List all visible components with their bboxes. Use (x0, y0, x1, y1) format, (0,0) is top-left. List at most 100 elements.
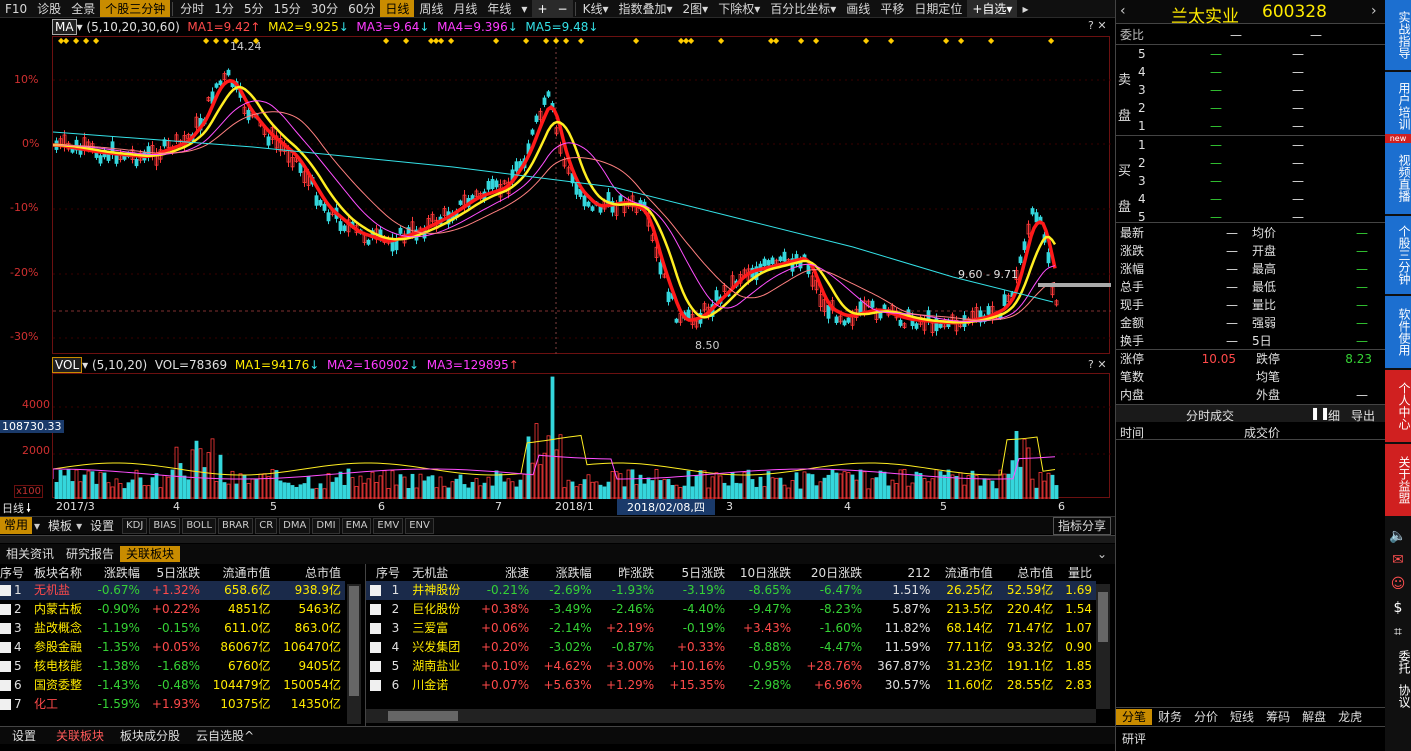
tab-chips[interactable]: 筹码 (1260, 709, 1296, 725)
sidebar-user-training[interactable]: 用户培训 (1385, 72, 1411, 140)
indicator-kdj[interactable]: KDJ (122, 517, 148, 534)
tab-finance[interactable]: 财务 (1152, 709, 1188, 725)
toolbar-1min[interactable]: 1分 (209, 0, 239, 17)
toolbar-percent-axis[interactable]: 百分比坐标▾ (765, 0, 841, 17)
checkbox[interactable] (370, 642, 381, 653)
bottom-cloud-watchlist[interactable]: 云自选股^ (188, 728, 262, 744)
indicator-dmi[interactable]: DMI (312, 517, 340, 534)
toolbar-watchlist[interactable]: +自选▾ (967, 0, 1018, 17)
toolbar-date-locate[interactable]: 日期定位 (909, 0, 967, 17)
checkbox[interactable] (0, 661, 11, 672)
tab-analysis[interactable]: 解盘 (1296, 709, 1332, 725)
checkbox[interactable] (0, 623, 11, 634)
col-5d[interactable]: 5日涨跌 (658, 564, 729, 581)
indicator-share-button[interactable]: 指标分享 (1052, 516, 1111, 535)
ma-selector[interactable]: MA (52, 19, 77, 35)
table-row[interactable]: 3 盐改概念 -1.19% -0.15% 611.0亿 863.0亿 (0, 619, 345, 638)
toolbar-exright[interactable]: 下除权▾ (713, 0, 765, 17)
col-total-cap[interactable]: 总市值 (275, 564, 345, 581)
col-index[interactable]: 序号 (366, 564, 408, 581)
table-row[interactable]: 6 国资委整 -1.43% -0.48% 104479亿 150054亿 (0, 676, 345, 695)
col-volume-ratio[interactable]: 量比 (1057, 564, 1096, 581)
sidebar-about[interactable]: 关于益盟 (1385, 444, 1411, 516)
tab-ticks[interactable]: 分笔 (1116, 708, 1153, 725)
col-change[interactable]: 涨跌幅 (533, 564, 596, 581)
indicator-ema[interactable]: EMA (341, 517, 372, 534)
volume-chart-pane[interactable] (52, 373, 1111, 500)
collapse-icon[interactable]: ⌄ (1097, 547, 1115, 561)
chevron-down-icon[interactable]: ▾ (516, 0, 532, 17)
toolbar-weekly[interactable]: 周线 (414, 0, 448, 17)
help-icon[interactable]: ? (1088, 358, 1094, 371)
toolbar-index-overlay[interactable]: 指数叠加▾ (613, 0, 677, 17)
col-212[interactable]: 212 (866, 564, 934, 581)
bottom-settings[interactable]: 设置 (0, 728, 48, 744)
checkbox[interactable] (0, 699, 11, 710)
chevron-right-icon[interactable]: › (1371, 3, 1377, 19)
col-index[interactable]: 序号 (0, 564, 30, 581)
checkbox[interactable] (0, 642, 11, 653)
checkbox[interactable] (370, 661, 381, 672)
checkbox[interactable] (370, 680, 381, 691)
chevron-right-icon[interactable]: ▸ (1017, 0, 1033, 17)
sidebar-practical-guide[interactable]: 实战指导 (1385, 0, 1411, 70)
help-icon[interactable]: ? (1088, 19, 1094, 32)
toolbar-three-minute[interactable]: 个股三分钟 (100, 0, 171, 17)
sidebar-trade[interactable]: 委托 (1385, 646, 1411, 678)
price-chart-pane[interactable]: ◆ ◆ ◆ ◆ ◆ ◆ ◆ ◆ ◆ ◆ ◆ ◆ ◆ ◆ ◆ ◆ ◆ ◆ ◆ ◆ ◆ ◆ ◆ ◆ ◆ ◆ ◆ ◆ ◆ ◆ ◆ ◆ ◆ ◆ ◆ ◆ ◆ (52, 36, 1111, 355)
col-change-5d[interactable]: 5日涨跌 (144, 564, 204, 581)
col-speed[interactable]: 涨速 (471, 564, 534, 581)
crop-icon[interactable]: ⌗ (1385, 624, 1411, 646)
tab-related-sectors[interactable]: 关联板块 (120, 546, 181, 562)
splitter[interactable] (0, 535, 1115, 543)
toolbar-draw[interactable]: 画线 (841, 0, 875, 17)
table-row[interactable]: 1 无机盐 -0.67% +1.32% 658.6亿 938.9亿 (0, 581, 345, 600)
table-row[interactable]: 2 巨化股份 +0.38% -3.49% -2.46% -4.40% -9.47% -8.23… (366, 600, 1096, 619)
chevron-down-icon[interactable]: ▾ (32, 519, 46, 533)
toolbar-daily[interactable]: 日线 (380, 0, 415, 17)
sidebar-agreement[interactable]: 协议 (1385, 680, 1411, 712)
toolbar-kline[interactable]: K线▾ (578, 0, 614, 17)
tab-research-report[interactable]: 研究报告 (60, 546, 120, 562)
table-row[interactable]: 5 湖南盐业 +0.10% +4.62% +3.00% +10.16% -0.95% +28.… (366, 657, 1096, 676)
toolbar-timeshare[interactable]: 分时 (175, 0, 209, 17)
sidebar-personal-center[interactable]: 个人中心 (1385, 370, 1411, 442)
checkbox[interactable] (0, 585, 11, 596)
chevron-down-icon[interactable]: ▾ (74, 519, 90, 533)
table-row[interactable]: 1 井神股份 -0.21% -2.69% -1.93% -3.19% -8.65% -6.47… (366, 581, 1096, 600)
indicator-dma[interactable]: DMA (279, 517, 311, 534)
sidebar-video-live[interactable]: 视频直播 (1385, 142, 1411, 214)
indicator-env[interactable]: ENV (405, 517, 434, 534)
toolbar-5min[interactable]: 5分 (239, 0, 269, 17)
speaker-icon[interactable]: 🔈 (1385, 528, 1411, 552)
settings-button[interactable]: 设置 (90, 517, 122, 534)
tab-short-term[interactable]: 短线 (1224, 709, 1260, 725)
col-name[interactable]: 板块名称 (30, 564, 90, 581)
toolbar-monthly[interactable]: 月线 (448, 0, 482, 17)
chat-icon[interactable]: ✉ (1385, 552, 1411, 576)
indicator-cr[interactable]: CR (255, 517, 278, 534)
close-icon[interactable]: ✕ (1097, 19, 1106, 32)
dollar-icon[interactable]: $ (1385, 600, 1411, 624)
table-row[interactable]: 7 化工 -1.59% +1.93% 10375亿 14350亿 (0, 695, 345, 714)
indicator-bias[interactable]: BIAS (149, 517, 181, 534)
col-yesterday[interactable]: 昨涨跌 (596, 564, 659, 581)
col-10d[interactable]: 10日涨跌 (729, 564, 795, 581)
toolbar-60min[interactable]: 60分 (343, 0, 380, 17)
checkbox[interactable] (370, 604, 381, 615)
col-20d[interactable]: 20日涨跌 (795, 564, 866, 581)
scrollbar-thumb[interactable] (349, 586, 359, 696)
user-icon[interactable]: ☺ (1385, 576, 1411, 600)
toolbar-f10[interactable]: F10 (0, 0, 32, 17)
research-tab[interactable]: 研评 (1122, 730, 1146, 747)
table-row[interactable]: 6 川金诺 +0.07% +5.63% +1.29% +15.35% -2.98% +6.96… (366, 676, 1096, 695)
chevron-left-icon[interactable]: ‹ (1120, 3, 1126, 19)
toolbar-pan[interactable]: 平移 (875, 0, 909, 17)
toolbar-yearly[interactable]: 年线 (482, 0, 516, 17)
table-row[interactable]: 4 参股金融 -1.35% +0.05% 86067亿 106470亿 (0, 638, 345, 657)
common-button[interactable]: 常用 (0, 517, 33, 534)
checkbox[interactable] (370, 623, 381, 634)
scrollbar-thumb[interactable] (388, 711, 458, 721)
zoom-out-button[interactable]: − (552, 0, 573, 17)
template-button[interactable]: 模板 (46, 517, 74, 534)
